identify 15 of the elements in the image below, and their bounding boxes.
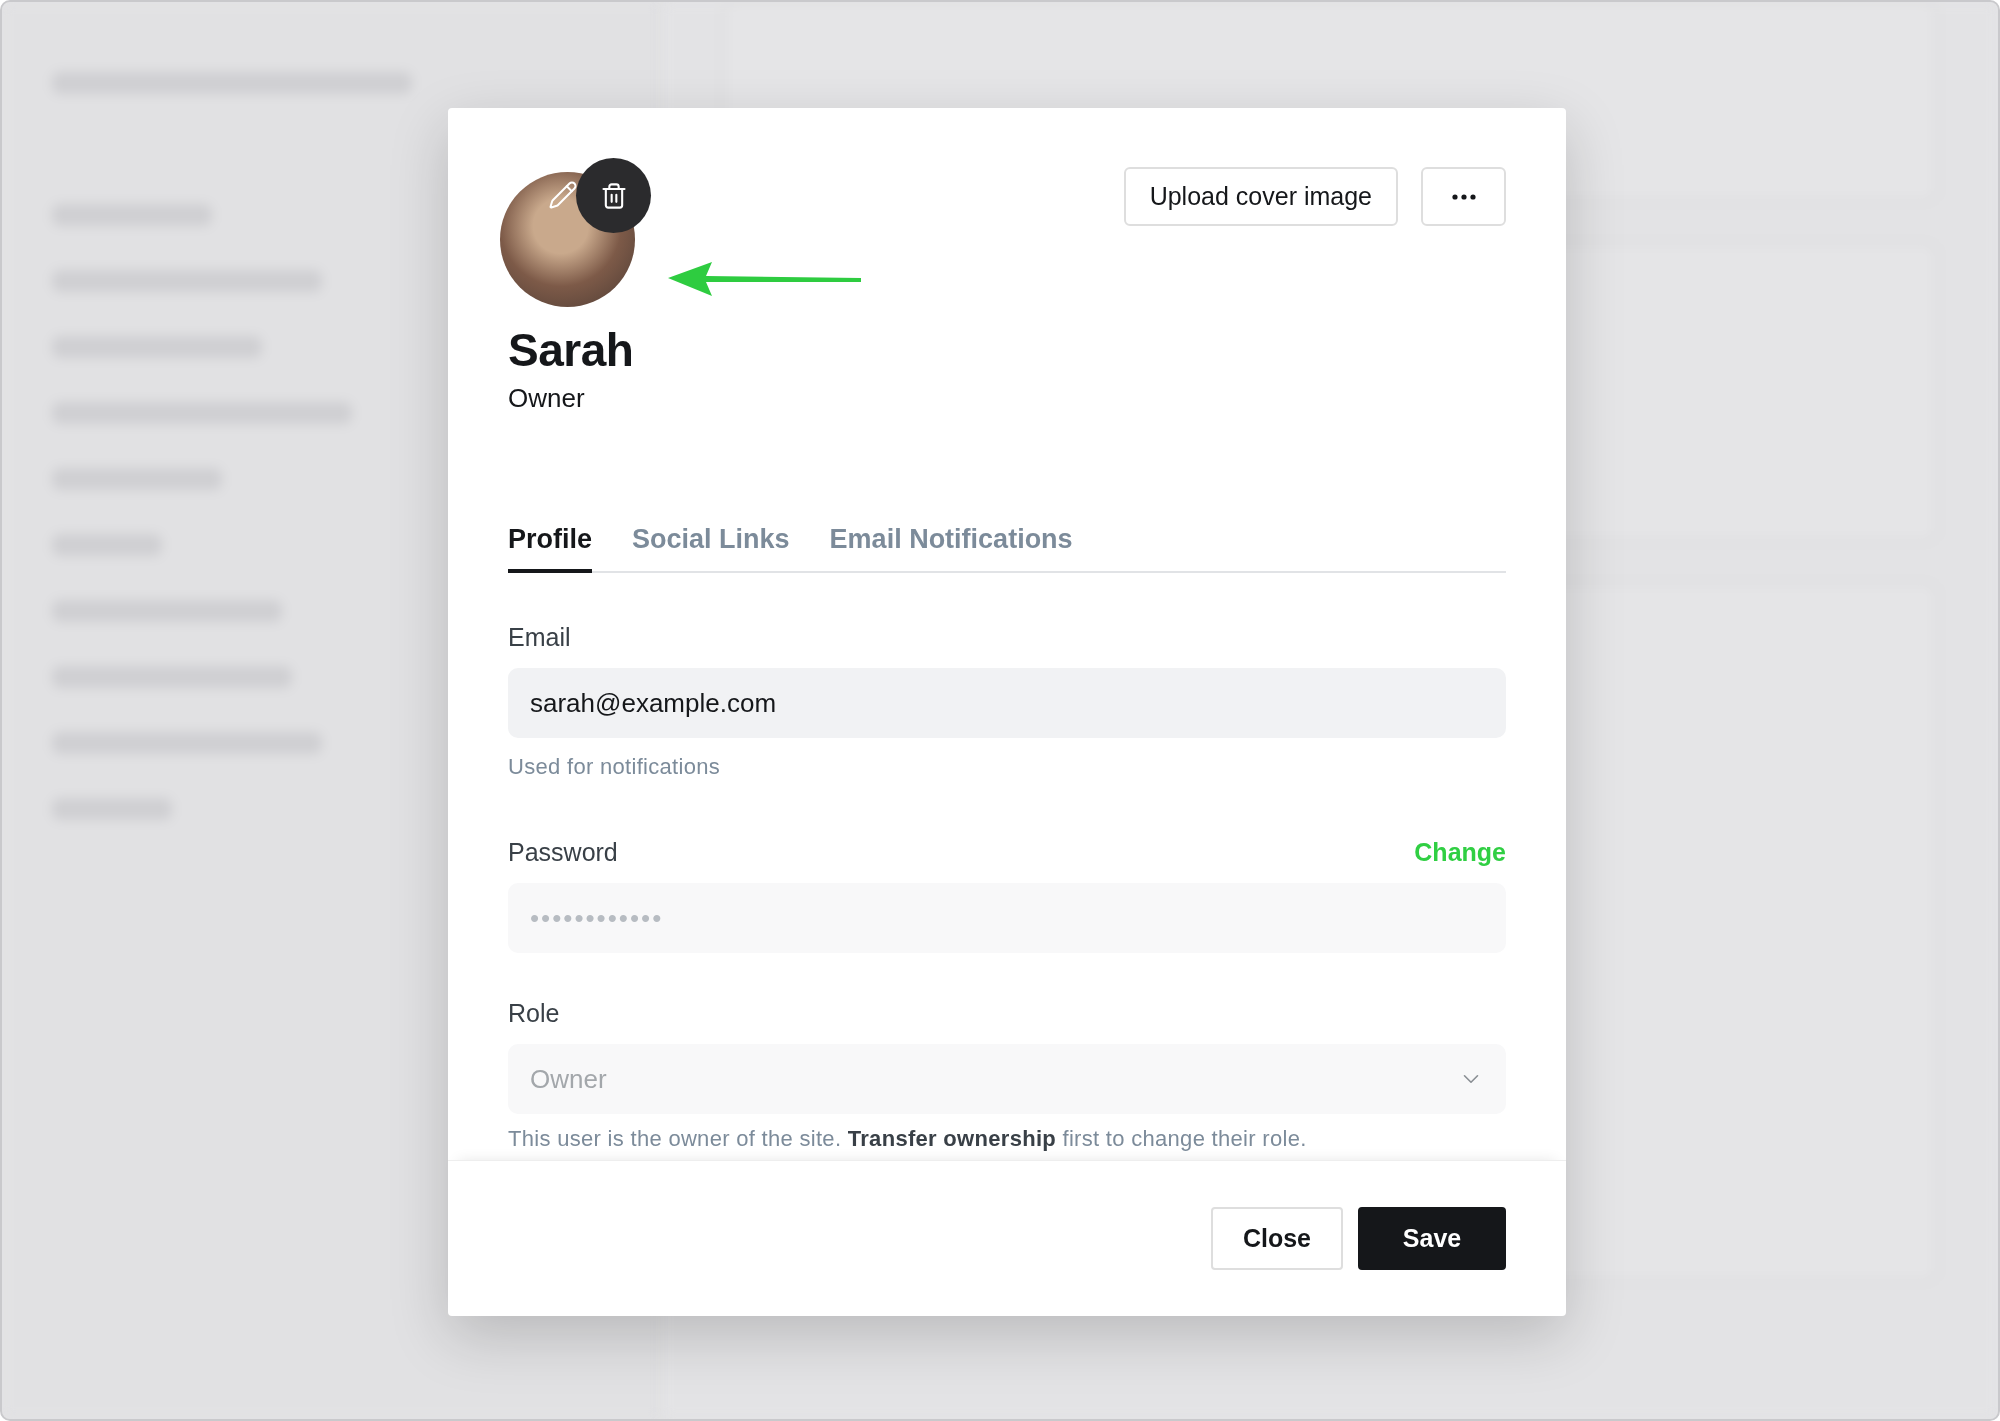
field-hint: Used for notifications (508, 754, 722, 780)
close-button[interactable]: Close (1210, 1207, 1343, 1270)
user-role: Owner (508, 383, 586, 414)
password-field[interactable]: •••••••••••• (508, 883, 1506, 953)
pencil-icon[interactable] (548, 180, 578, 210)
save-button[interactable]: Save (1358, 1207, 1506, 1270)
upload-cover-button[interactable]: Upload cover image (1123, 167, 1398, 226)
field-label: Role (508, 999, 561, 1028)
more-icon (1451, 193, 1476, 200)
field-label: Email (508, 623, 572, 652)
help-text: This user is the owner of the site. Transfer ownership first to change their role. (508, 1126, 1308, 1152)
field-label: Password (508, 838, 618, 867)
user-name: Sarah (508, 323, 635, 377)
tab[interactable]: Profile (508, 524, 593, 573)
email-field[interactable]: sarah@example.com (508, 668, 1506, 738)
